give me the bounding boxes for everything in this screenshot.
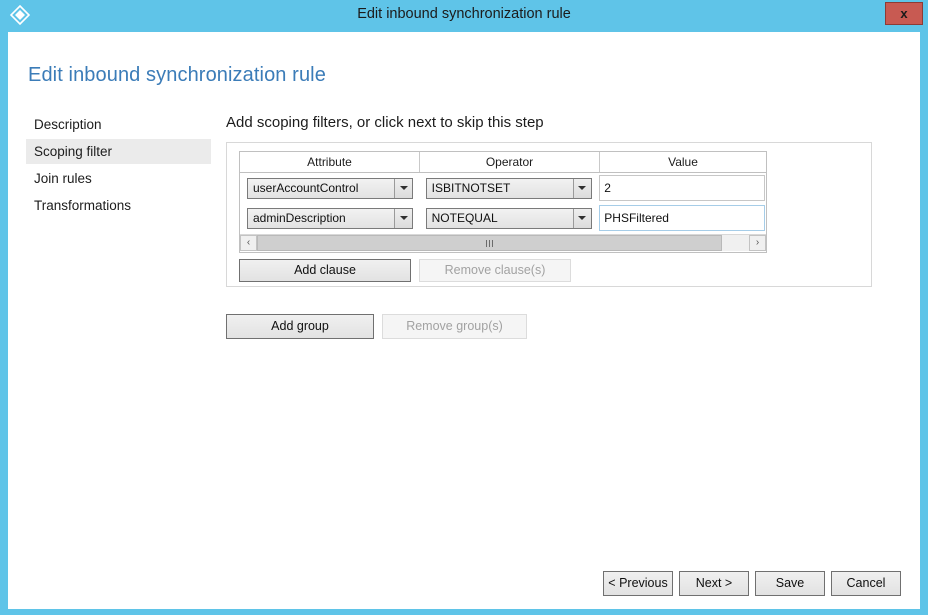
scroll-left-icon[interactable]: ‹	[240, 235, 257, 251]
column-header-value[interactable]: Value	[600, 152, 766, 172]
page-title: Edit inbound synchronization rule	[28, 64, 326, 86]
remove-group-button: Remove group(s)	[382, 314, 527, 339]
chevron-down-icon[interactable]	[572, 208, 591, 228]
add-group-button[interactable]: Add group	[226, 314, 374, 339]
sidebar-item-transformations[interactable]: Transformations	[26, 193, 211, 218]
client-area: Edit inbound synchronization rule Descri…	[8, 32, 920, 609]
sidebar-nav: Description Scoping filter Join rules Tr…	[26, 112, 211, 218]
window-title: Edit inbound synchronization rule	[357, 6, 571, 22]
scrollbar-thumb[interactable]	[257, 235, 722, 251]
operator-cell: NOTEQUAL	[421, 207, 600, 229]
value-input-row-1[interactable]	[599, 175, 766, 201]
value-cell	[599, 205, 766, 231]
clause-group-box: Attribute Operator Value userAccountCont…	[226, 142, 872, 287]
scrollbar-grip-icon	[486, 239, 493, 247]
attribute-dropdown-row-1[interactable]: userAccountControl	[247, 177, 413, 199]
save-button[interactable]: Save	[755, 571, 825, 596]
sidebar-item-description[interactable]: Description	[26, 112, 211, 137]
operator-dropdown-row-2[interactable]: NOTEQUAL	[425, 207, 592, 229]
value-cell	[599, 175, 766, 201]
attribute-cell: userAccountControl	[242, 177, 421, 199]
attribute-dropdown-row-2[interactable]: adminDescription	[247, 207, 413, 229]
operator-value-row-2: NOTEQUAL	[431, 211, 498, 225]
attribute-cell: adminDescription	[242, 207, 421, 229]
table-row: adminDescription NOTEQUAL	[240, 203, 766, 233]
scoping-filter-grid: Attribute Operator Value userAccountCont…	[239, 151, 767, 253]
table-row: userAccountControl ISBITNOTSET	[240, 173, 766, 203]
title-bar: Edit inbound synchronization rule x	[0, 0, 928, 29]
sidebar-item-join-rules[interactable]: Join rules	[26, 166, 211, 191]
add-clause-button[interactable]: Add clause	[239, 259, 411, 282]
scrollbar-track[interactable]	[257, 235, 749, 251]
operator-dropdown-row-1[interactable]: ISBITNOTSET	[425, 177, 592, 199]
chevron-down-icon[interactable]	[572, 178, 591, 198]
next-button[interactable]: Next >	[679, 571, 749, 596]
cancel-button[interactable]: Cancel	[831, 571, 901, 596]
chevron-down-icon[interactable]	[394, 178, 412, 198]
chevron-down-icon[interactable]	[394, 208, 412, 228]
attribute-value-row-2: adminDescription	[253, 211, 346, 225]
value-input-row-2[interactable]	[599, 205, 766, 231]
operator-cell: ISBITNOTSET	[421, 177, 600, 199]
dialog-footer: < Previous Next > Save Cancel	[8, 565, 920, 605]
remove-clause-button: Remove clause(s)	[419, 259, 571, 282]
column-header-attribute[interactable]: Attribute	[240, 152, 420, 172]
close-icon[interactable]: x	[885, 2, 923, 25]
grid-horizontal-scrollbar[interactable]: ‹ ›	[240, 234, 766, 251]
dialog-window: Edit inbound synchronization rule x Edit…	[0, 0, 928, 615]
grid-header-row: Attribute Operator Value	[240, 152, 766, 173]
operator-value-row-1: ISBITNOTSET	[431, 181, 511, 195]
instruction-text: Add scoping filters, or click next to sk…	[226, 114, 544, 131]
sidebar-item-scoping-filter[interactable]: Scoping filter	[26, 139, 211, 164]
column-header-operator[interactable]: Operator	[420, 152, 600, 172]
previous-button[interactable]: < Previous	[603, 571, 673, 596]
scroll-right-icon[interactable]: ›	[749, 235, 766, 251]
attribute-value-row-1: userAccountControl	[253, 181, 359, 195]
